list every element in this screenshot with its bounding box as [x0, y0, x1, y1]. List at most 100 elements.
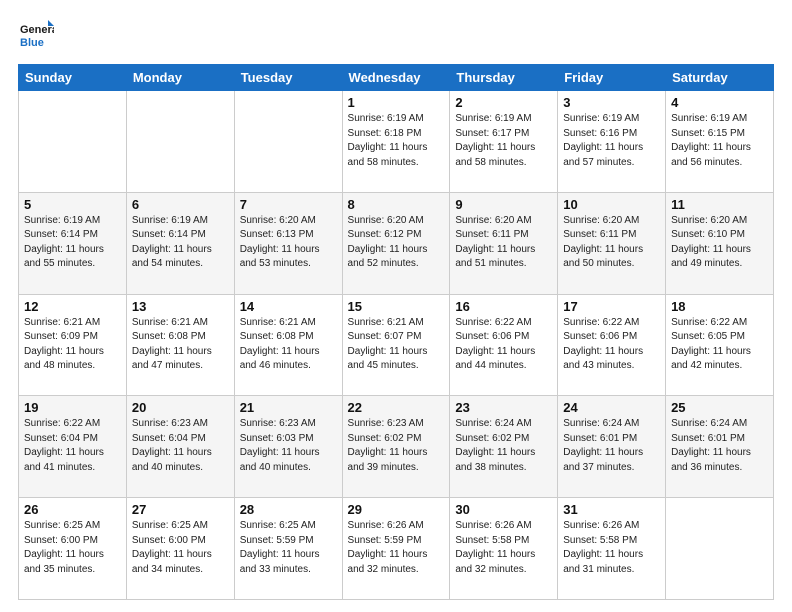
calendar-cell: 8 Sunrise: 6:20 AMSunset: 6:12 PMDaylight…: [342, 192, 450, 294]
day-number: 5: [24, 197, 121, 212]
calendar-cell: 13Sunrise: 6:21 AMSunset: 6:08 PMDayligh…: [126, 294, 234, 396]
calendar-header-saturday: Saturday: [666, 65, 774, 91]
calendar-cell: 7 Sunrise: 6:20 AMSunset: 6:13 PMDaylight…: [234, 192, 342, 294]
calendar-cell: [234, 91, 342, 193]
logo-svg: General Blue: [18, 18, 54, 54]
day-number: 6: [132, 197, 229, 212]
day-number: 22: [348, 400, 445, 415]
calendar-cell: 16Sunrise: 6:22 AMSunset: 6:06 PMDayligh…: [450, 294, 558, 396]
day-number: 2: [455, 95, 552, 110]
calendar-cell: 12 Sunrise: 6:21 AMSunset: 6:09 PMDayligh…: [19, 294, 127, 396]
calendar-cell: 21Sunrise: 6:23 AMSunset: 6:03 PMDayligh…: [234, 396, 342, 498]
calendar-cell: 24 Sunrise: 6:24 AMSunset: 6:01 PMDayligh…: [558, 396, 666, 498]
day-info: Sunrise: 6:26 AMSunset: 5:58 PMDaylight:…: [455, 519, 552, 577]
calendar-header-wednesday: Wednesday: [342, 65, 450, 91]
day-number: 9: [455, 197, 552, 212]
day-number: 19: [24, 400, 121, 415]
day-info: Sunrise: 6:19 AMSunset: 6:14 PMDaylight:…: [132, 214, 229, 272]
day-info: Sunrise: 6:19 AMSunset: 6:15 PMDaylight:…: [671, 112, 768, 170]
day-number: 31: [563, 502, 660, 517]
day-number: 26: [24, 502, 121, 517]
calendar-cell: 11 Sunrise: 6:20 AMSunset: 6:10 PMDayligh…: [666, 192, 774, 294]
day-info: Sunrise: 6:19 AMSunset: 6:18 PMDaylight:…: [348, 112, 445, 170]
calendar-header-sunday: Sunday: [19, 65, 127, 91]
calendar-cell: 26 Sunrise: 6:25 AMSunset: 6:00 PMDayligh…: [19, 498, 127, 600]
calendar-header-monday: Monday: [126, 65, 234, 91]
calendar-week-5: 26 Sunrise: 6:25 AMSunset: 6:00 PMDayligh…: [19, 498, 774, 600]
day-number: 12: [24, 299, 121, 314]
calendar-cell: 9 Sunrise: 6:20 AMSunset: 6:11 PMDaylight…: [450, 192, 558, 294]
calendar-cell: 19 Sunrise: 6:22 AMSunset: 6:04 PMDayligh…: [19, 396, 127, 498]
calendar-cell: 22 Sunrise: 6:23 AMSunset: 6:02 PMDayligh…: [342, 396, 450, 498]
day-info: Sunrise: 6:24 AMSunset: 6:01 PMDaylight:…: [563, 417, 660, 475]
day-number: 1: [348, 95, 445, 110]
day-info: Sunrise: 6:20 AMSunset: 6:12 PMDaylight:…: [348, 214, 445, 272]
day-info: Sunrise: 6:19 AMSunset: 6:16 PMDaylight:…: [563, 112, 660, 170]
calendar-cell: 30 Sunrise: 6:26 AMSunset: 5:58 PMDayligh…: [450, 498, 558, 600]
day-info: Sunrise: 6:23 AMSunset: 6:02 PMDaylight:…: [348, 417, 445, 475]
day-info: Sunrise: 6:20 AMSunset: 6:13 PMDaylight:…: [240, 214, 337, 272]
calendar-header-tuesday: Tuesday: [234, 65, 342, 91]
calendar-cell: 29Sunrise: 6:26 AMSunset: 5:59 PMDayligh…: [342, 498, 450, 600]
calendar-cell: 31 Sunrise: 6:26 AMSunset: 5:58 PMDayligh…: [558, 498, 666, 600]
day-number: 30: [455, 502, 552, 517]
day-number: 14: [240, 299, 337, 314]
day-number: 17: [563, 299, 660, 314]
day-info: Sunrise: 6:22 AMSunset: 6:05 PMDaylight:…: [671, 316, 768, 374]
calendar-week-1: 1 Sunrise: 6:19 AMSunset: 6:18 PMDaylight…: [19, 91, 774, 193]
calendar-cell: 15Sunrise: 6:21 AMSunset: 6:07 PMDayligh…: [342, 294, 450, 396]
calendar-body: 1 Sunrise: 6:19 AMSunset: 6:18 PMDaylight…: [19, 91, 774, 600]
day-info: Sunrise: 6:25 AMSunset: 6:00 PMDaylight:…: [132, 519, 229, 577]
calendar-cell: 27 Sunrise: 6:25 AMSunset: 6:00 PMDayligh…: [126, 498, 234, 600]
calendar-cell: 14 Sunrise: 6:21 AMSunset: 6:08 PMDayligh…: [234, 294, 342, 396]
calendar-header-thursday: Thursday: [450, 65, 558, 91]
logo: General Blue: [18, 18, 58, 54]
calendar-cell: 23 Sunrise: 6:24 AMSunset: 6:02 PMDayligh…: [450, 396, 558, 498]
calendar-cell: 1 Sunrise: 6:19 AMSunset: 6:18 PMDaylight…: [342, 91, 450, 193]
calendar-cell: 18 Sunrise: 6:22 AMSunset: 6:05 PMDayligh…: [666, 294, 774, 396]
day-number: 10: [563, 197, 660, 212]
day-number: 29: [348, 502, 445, 517]
day-number: 8: [348, 197, 445, 212]
day-info: Sunrise: 6:20 AMSunset: 6:11 PMDaylight:…: [563, 214, 660, 272]
day-number: 27: [132, 502, 229, 517]
day-info: Sunrise: 6:20 AMSunset: 6:10 PMDaylight:…: [671, 214, 768, 272]
day-info: Sunrise: 6:26 AMSunset: 5:58 PMDaylight:…: [563, 519, 660, 577]
day-info: Sunrise: 6:25 AMSunset: 6:00 PMDaylight:…: [24, 519, 121, 577]
day-info: Sunrise: 6:19 AMSunset: 6:17 PMDaylight:…: [455, 112, 552, 170]
day-info: Sunrise: 6:23 AMSunset: 6:04 PMDaylight:…: [132, 417, 229, 475]
day-number: 20: [132, 400, 229, 415]
calendar-header-friday: Friday: [558, 65, 666, 91]
day-number: 21: [240, 400, 337, 415]
day-info: Sunrise: 6:21 AMSunset: 6:08 PMDaylight:…: [240, 316, 337, 374]
calendar-week-4: 19 Sunrise: 6:22 AMSunset: 6:04 PMDayligh…: [19, 396, 774, 498]
day-number: 24: [563, 400, 660, 415]
day-info: Sunrise: 6:21 AMSunset: 6:08 PMDaylight:…: [132, 316, 229, 374]
calendar-week-2: 5 Sunrise: 6:19 AMSunset: 6:14 PMDaylight…: [19, 192, 774, 294]
day-number: 25: [671, 400, 768, 415]
calendar-cell: 20 Sunrise: 6:23 AMSunset: 6:04 PMDayligh…: [126, 396, 234, 498]
day-info: Sunrise: 6:22 AMSunset: 6:04 PMDaylight:…: [24, 417, 121, 475]
day-number: 7: [240, 197, 337, 212]
calendar-cell: 4Sunrise: 6:19 AMSunset: 6:15 PMDaylight…: [666, 91, 774, 193]
calendar-header-row: SundayMondayTuesdayWednesdayThursdayFrid…: [19, 65, 774, 91]
day-info: Sunrise: 6:25 AMSunset: 5:59 PMDaylight:…: [240, 519, 337, 577]
day-info: Sunrise: 6:21 AMSunset: 6:09 PMDaylight:…: [24, 316, 121, 374]
day-number: 3: [563, 95, 660, 110]
calendar-cell: 25Sunrise: 6:24 AMSunset: 6:01 PMDayligh…: [666, 396, 774, 498]
day-info: Sunrise: 6:24 AMSunset: 6:02 PMDaylight:…: [455, 417, 552, 475]
calendar-cell: 10 Sunrise: 6:20 AMSunset: 6:11 PMDayligh…: [558, 192, 666, 294]
calendar-cell: [126, 91, 234, 193]
calendar-cell: 3 Sunrise: 6:19 AMSunset: 6:16 PMDaylight…: [558, 91, 666, 193]
calendar-cell: 17 Sunrise: 6:22 AMSunset: 6:06 PMDayligh…: [558, 294, 666, 396]
page: General Blue SundayMondayTuesdayWednesda…: [0, 0, 792, 612]
day-number: 15: [348, 299, 445, 314]
day-info: Sunrise: 6:20 AMSunset: 6:11 PMDaylight:…: [455, 214, 552, 272]
day-number: 18: [671, 299, 768, 314]
day-number: 23: [455, 400, 552, 415]
day-number: 11: [671, 197, 768, 212]
day-info: Sunrise: 6:19 AMSunset: 6:14 PMDaylight:…: [24, 214, 121, 272]
calendar-cell: [666, 498, 774, 600]
day-info: Sunrise: 6:22 AMSunset: 6:06 PMDaylight:…: [563, 316, 660, 374]
calendar-cell: 6 Sunrise: 6:19 AMSunset: 6:14 PMDaylight…: [126, 192, 234, 294]
